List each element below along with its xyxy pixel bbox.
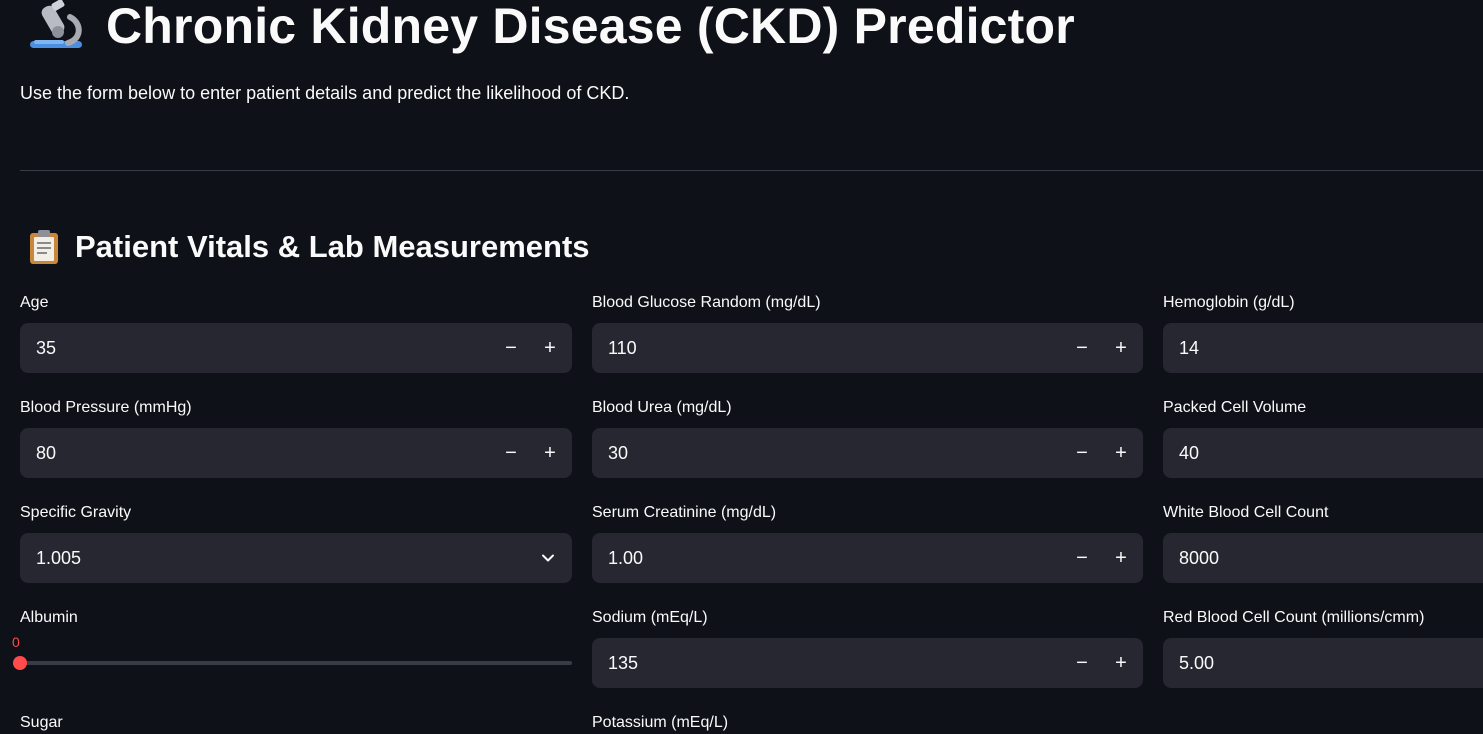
sugar-label: Sugar — [20, 714, 63, 731]
clipboard-icon — [30, 230, 58, 264]
chevron-down-icon[interactable] — [540, 550, 556, 566]
serum-creatinine-label: Serum Creatinine (mg/dL) — [592, 504, 777, 521]
red-blood-cell-count-input[interactable]: 5.00 — [1163, 638, 1483, 688]
age-increment-button[interactable]: + — [530, 323, 570, 373]
title-row: Chronic Kidney Disease (CKD) Predictor — [24, 0, 1075, 56]
blood-glucose-random-increment-button[interactable]: + — [1101, 323, 1141, 373]
blood-glucose-random-value[interactable]: 110 — [608, 323, 637, 373]
albumin-label: Albumin — [20, 609, 78, 626]
page-title: Chronic Kidney Disease (CKD) Predictor — [106, 0, 1075, 54]
sodium-value[interactable]: 135 — [608, 638, 638, 688]
albumin-slider-track[interactable] — [20, 661, 572, 665]
hemoglobin-value[interactable]: 14 — [1179, 323, 1199, 373]
hemoglobin-label: Hemoglobin (g/dL) — [1163, 294, 1295, 311]
sodium-increment-button[interactable]: + — [1101, 638, 1141, 688]
blood-pressure-decrement-button[interactable]: − — [491, 428, 531, 478]
packed-cell-volume-value[interactable]: 40 — [1179, 428, 1199, 478]
white-blood-cell-count-value[interactable]: 8000 — [1179, 533, 1219, 583]
potassium-label: Potassium (mEq/L) — [592, 714, 729, 731]
blood-urea-decrement-button[interactable]: − — [1062, 428, 1102, 478]
albumin-slider-value: 0 — [12, 634, 20, 650]
blood-urea-input[interactable]: 30 − + — [592, 428, 1143, 478]
serum-creatinine-decrement-button[interactable]: − — [1062, 533, 1102, 583]
page-subtitle: Use the form below to enter patient deta… — [20, 83, 630, 103]
section-title: Patient Vitals & Lab Measurements — [75, 229, 590, 264]
albumin-slider-thumb[interactable] — [13, 656, 27, 670]
microscope-icon — [30, 0, 82, 48]
specific-gravity-value[interactable]: 1.005 — [36, 533, 81, 583]
specific-gravity-select[interactable]: 1.005 — [20, 533, 572, 583]
packed-cell-volume-input[interactable]: 40 — [1163, 428, 1483, 478]
serum-creatinine-increment-button[interactable]: + — [1101, 533, 1141, 583]
blood-urea-value[interactable]: 30 — [608, 428, 628, 478]
serum-creatinine-value[interactable]: 1.00 — [608, 533, 643, 583]
age-value[interactable]: 35 — [36, 323, 56, 373]
blood-glucose-random-decrement-button[interactable]: − — [1062, 323, 1102, 373]
sodium-decrement-button[interactable]: − — [1062, 638, 1102, 688]
white-blood-cell-count-label: White Blood Cell Count — [1163, 504, 1329, 521]
sodium-label: Sodium (mEq/L) — [592, 609, 708, 626]
age-label: Age — [20, 294, 49, 311]
red-blood-cell-count-value[interactable]: 5.00 — [1179, 638, 1214, 688]
blood-urea-increment-button[interactable]: + — [1101, 428, 1141, 478]
blood-pressure-value[interactable]: 80 — [36, 428, 56, 478]
section-header: Patient Vitals & Lab Measurements — [28, 226, 590, 268]
red-blood-cell-count-label: Red Blood Cell Count (millions/cmm) — [1163, 609, 1425, 626]
app-page: Chronic Kidney Disease (CKD) Predictor U… — [0, 0, 1483, 734]
divider — [20, 170, 1483, 171]
sodium-input[interactable]: 135 − + — [592, 638, 1143, 688]
blood-pressure-increment-button[interactable]: + — [530, 428, 570, 478]
age-input[interactable]: 35 − + — [20, 323, 572, 373]
packed-cell-volume-label: Packed Cell Volume — [1163, 399, 1307, 416]
blood-urea-label: Blood Urea (mg/dL) — [592, 399, 732, 416]
blood-pressure-label: Blood Pressure (mmHg) — [20, 399, 192, 416]
blood-glucose-random-label: Blood Glucose Random (mg/dL) — [592, 294, 821, 311]
white-blood-cell-count-input[interactable]: 8000 — [1163, 533, 1483, 583]
hemoglobin-input[interactable]: 14 — [1163, 323, 1483, 373]
age-decrement-button[interactable]: − — [491, 323, 531, 373]
serum-creatinine-input[interactable]: 1.00 − + — [592, 533, 1143, 583]
specific-gravity-label: Specific Gravity — [20, 504, 132, 521]
blood-pressure-input[interactable]: 80 − + — [20, 428, 572, 478]
blood-glucose-random-input[interactable]: 110 − + — [592, 323, 1143, 373]
